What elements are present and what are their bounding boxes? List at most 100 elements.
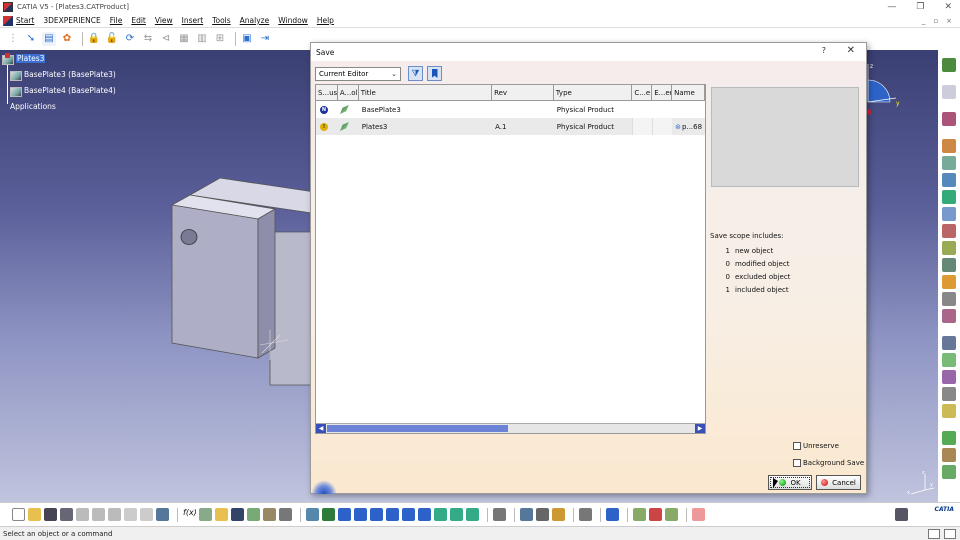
shading-icon[interactable]	[434, 508, 447, 521]
render-icon[interactable]	[649, 508, 662, 521]
new-file-icon[interactable]	[12, 508, 25, 521]
measure-icon[interactable]	[247, 508, 260, 521]
lock-part-icon[interactable]	[552, 508, 565, 521]
coincidence-icon[interactable]	[942, 353, 956, 367]
tree-node-applications[interactable]: Applications	[2, 98, 116, 114]
mdi-minimize-button[interactable]: _	[922, 17, 926, 25]
cut-icon[interactable]	[76, 508, 89, 521]
insert-product-icon[interactable]	[942, 156, 956, 170]
unlock-icon[interactable]: 🔓	[105, 32, 119, 46]
explode-icon[interactable]	[942, 448, 956, 462]
mail-icon[interactable]	[536, 508, 549, 521]
column-c[interactable]: C...e	[632, 85, 653, 101]
pointer-icon[interactable]	[942, 85, 956, 99]
paste-icon[interactable]	[108, 508, 121, 521]
menu-window[interactable]: Window	[278, 16, 308, 25]
replace-icon[interactable]: ⇆	[141, 32, 155, 46]
manipulation-icon[interactable]	[942, 292, 956, 306]
insert-part-icon[interactable]	[942, 173, 956, 187]
close-dialog-button[interactable]: ✕	[847, 45, 855, 56]
bom-icon[interactable]: ▥	[195, 32, 209, 46]
structure-icon[interactable]: ⊲	[159, 32, 173, 46]
clash-icon[interactable]	[942, 465, 956, 479]
fly-mode-icon[interactable]	[306, 508, 319, 521]
knowledge-icon[interactable]	[199, 508, 212, 521]
lock-icon[interactable]: 🔒	[87, 32, 101, 46]
exit-icon[interactable]: ⇥	[258, 32, 272, 46]
zoom-in-icon[interactable]	[370, 508, 383, 521]
camera-icon[interactable]	[895, 508, 908, 521]
refresh-icon[interactable]: ⟳	[123, 32, 137, 46]
column-e[interactable]: E...er	[652, 85, 673, 101]
mdi-restore-button[interactable]: ▫	[933, 17, 938, 25]
scrollbar-thumb[interactable]	[327, 425, 508, 432]
column-title[interactable]: Title	[358, 85, 493, 101]
menu-3dexperience[interactable]: 3DEXPERIENCE	[43, 16, 100, 25]
pan-icon[interactable]	[338, 508, 351, 521]
fit-all-icon[interactable]	[322, 508, 335, 521]
material-library-icon[interactable]	[606, 508, 619, 521]
offset-icon[interactable]	[942, 387, 956, 401]
tree-node-baseplate3[interactable]: BasePlate3 (BasePlate3)	[2, 66, 116, 82]
scroll-right-icon[interactable]: ▶	[695, 424, 705, 433]
formula-icon[interactable]: f(x)	[183, 508, 197, 521]
gears-icon[interactable]	[633, 508, 646, 521]
mdi-close-button[interactable]: ×	[946, 17, 952, 25]
compare-icon[interactable]	[520, 508, 533, 521]
new-content-icon[interactable]: ▤	[42, 32, 56, 46]
table-row[interactable]: N BasePlate3 Physical Product	[316, 101, 705, 118]
layer-icon[interactable]	[944, 528, 956, 539]
update-icon[interactable]	[942, 431, 956, 445]
reuse-pattern-icon[interactable]	[942, 275, 956, 289]
rotate-icon[interactable]	[354, 508, 367, 521]
contact-icon[interactable]	[942, 370, 956, 384]
redo-icon[interactable]	[140, 508, 153, 521]
close-window-button[interactable]: ✕	[944, 2, 952, 12]
table-icon[interactable]	[231, 508, 244, 521]
save-icon[interactable]: ▣	[240, 32, 254, 46]
multi-view-icon[interactable]	[493, 508, 506, 521]
graph-tree-icon[interactable]	[942, 224, 956, 238]
parameter-icon[interactable]	[215, 508, 228, 521]
constraint-icon[interactable]	[942, 336, 956, 350]
undo-icon[interactable]	[124, 508, 137, 521]
background-save-option[interactable]: Background Save	[793, 454, 864, 471]
lighting-icon[interactable]	[665, 508, 678, 521]
cancel-button[interactable]: Cancel	[816, 475, 861, 490]
menu-view[interactable]: View	[155, 16, 173, 25]
save-file-icon[interactable]	[44, 508, 57, 521]
analysis-icon[interactable]	[279, 508, 292, 521]
menu-edit[interactable]: Edit	[131, 16, 146, 25]
menu-analyze[interactable]: Analyze	[240, 16, 270, 25]
zoom-out-icon[interactable]	[386, 508, 399, 521]
tree-node-root[interactable]: Plates3	[2, 50, 116, 66]
catalog-icon[interactable]	[942, 58, 956, 72]
cycle-icon[interactable]	[579, 508, 592, 521]
column-status[interactable]: S...us	[316, 85, 338, 101]
menu-help[interactable]: Help	[317, 16, 334, 25]
whats-this-icon[interactable]	[156, 508, 169, 521]
horizontal-scrollbar[interactable]: ◀ ▶	[316, 423, 705, 433]
filter-icon[interactable]: ⧩	[408, 66, 423, 81]
grid-icon[interactable]	[692, 508, 705, 521]
generate-numbering-icon[interactable]	[942, 241, 956, 255]
bookmark-icon[interactable]	[427, 66, 442, 81]
menu-file[interactable]: File	[110, 16, 123, 25]
background-save-checkbox[interactable]	[793, 458, 801, 467]
help-button[interactable]: ?	[822, 46, 826, 55]
column-access[interactable]: A...ol	[337, 85, 359, 101]
apply-material-icon[interactable]	[263, 508, 276, 521]
restore-button[interactable]: ❐	[916, 2, 924, 12]
start-menu-icon[interactable]	[3, 15, 13, 26]
scroll-left-icon[interactable]: ◀	[316, 424, 326, 433]
menu-insert[interactable]: Insert	[182, 16, 204, 25]
command-input-icon[interactable]	[928, 528, 940, 539]
revision-icon[interactable]: ⊞	[213, 32, 227, 46]
insert-component-icon[interactable]	[942, 139, 956, 153]
properties-icon[interactable]: ▦	[177, 32, 191, 46]
tree-node-baseplate4[interactable]: BasePlate4 (BasePlate4)	[2, 82, 116, 98]
components-icon[interactable]: ✿	[60, 32, 74, 46]
swap-space-icon[interactable]	[466, 508, 479, 521]
iso-view-icon[interactable]	[418, 508, 431, 521]
angle-icon[interactable]	[942, 404, 956, 418]
